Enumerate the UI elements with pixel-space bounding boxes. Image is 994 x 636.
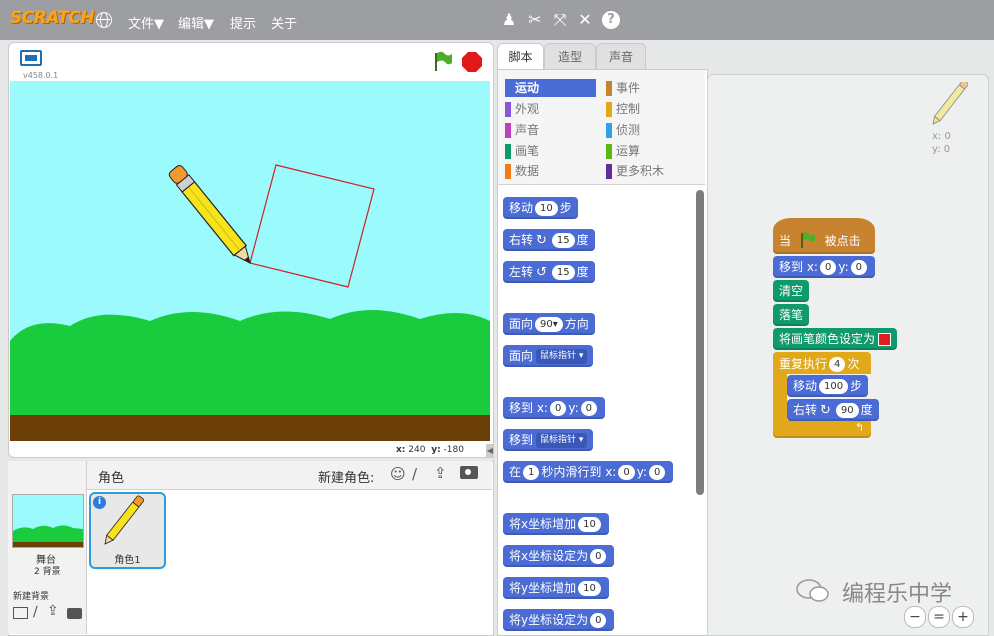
menu-edit[interactable]: 编辑▼ — [178, 13, 214, 32]
menu-about[interactable]: 关于 — [271, 13, 297, 32]
category-events[interactable]: 事件 — [606, 79, 706, 97]
paint-brush-icon[interactable]: ∕ — [412, 465, 417, 483]
duplicate-icon[interactable]: ♟ — [499, 10, 519, 30]
palette-set-y-block[interactable]: 将y坐标设定为 0 — [503, 609, 615, 631]
sprite-name: 角色1 — [114, 555, 141, 566]
rotate-cw-icon: ↻ — [536, 233, 547, 248]
script-move-block[interactable]: 移动 100 步 — [787, 375, 869, 397]
pen-color-swatch — [878, 333, 892, 346]
shrink-icon[interactable]: ✕ — [575, 10, 595, 30]
camera-icon[interactable] — [460, 466, 478, 479]
category-looks[interactable]: 外观 — [505, 100, 605, 118]
stop-icon[interactable] — [461, 51, 483, 73]
category-motion[interactable]: 运动 — [505, 79, 596, 97]
green-flag-icon[interactable] — [432, 50, 454, 72]
scratch-logo[interactable]: SCRATCH — [10, 8, 95, 28]
stage-thumbnail[interactable] — [12, 494, 84, 548]
backdrop-camera-icon[interactable] — [67, 608, 82, 619]
watermark-text: 编程乐中学 — [842, 582, 953, 607]
palette-goto-block[interactable]: 移到 鼠标指针 ▾ — [503, 429, 594, 451]
help-icon[interactable]: ? — [602, 11, 620, 29]
palette-change-y-block[interactable]: 将y坐标增加 10 — [503, 577, 609, 599]
when-flag-clicked-block[interactable]: 当 被点击 — [773, 218, 875, 254]
palette-scrollbar[interactable] — [696, 190, 704, 495]
menu-tips[interactable]: 提示 — [230, 13, 256, 32]
collapse-arrow-icon[interactable]: ◀ — [486, 444, 494, 458]
fullscreen-icon[interactable] — [20, 50, 42, 66]
sprite-x-readout: x: 0 — [932, 131, 951, 142]
zoom-in-icon[interactable]: + — [952, 606, 974, 628]
green-flag-icon — [799, 232, 817, 251]
grow-icon[interactable]: ⤧ — [550, 10, 570, 30]
sprite-header — [87, 461, 492, 490]
mouse-coords: x: 240 y: -180 — [396, 445, 464, 455]
tab-sounds[interactable]: 声音 — [596, 43, 646, 70]
script-clear-block[interactable]: 清空 — [773, 280, 810, 302]
palette-change-x-block[interactable]: 将x坐标增加 10 — [503, 513, 609, 535]
palette-glide-block[interactable]: 在 1 秒内滑行到 x: 0 y: 0 — [503, 461, 674, 483]
version-label: v458.0.1 — [23, 71, 59, 80]
palette-turn-right-block[interactable]: 右转 ↻ 15 度 — [503, 229, 595, 251]
tab-costumes[interactable]: 造型 — [544, 43, 596, 70]
stage-backdrop-count: 2 背景 — [34, 567, 61, 577]
rotate-cw-icon: ↻ — [820, 403, 831, 418]
upload-icon[interactable]: ⇪ — [434, 464, 447, 482]
sprite-y-readout: y: 0 — [932, 144, 951, 155]
wechat-icon — [796, 578, 830, 604]
menu-file[interactable]: 文件▼ — [128, 13, 164, 32]
loop-arrow-icon: ↰ — [855, 421, 865, 434]
category-control[interactable]: 控制 — [606, 100, 706, 118]
category-data[interactable]: 数据 — [505, 162, 605, 180]
sprite-tile[interactable]: i 角色1 — [89, 492, 166, 569]
backdrop-library-icon[interactable] — [13, 607, 28, 619]
palette-move-block[interactable]: 移动 10 步 — [503, 197, 578, 219]
cut-icon[interactable]: ✂ — [525, 10, 545, 30]
category-pen[interactable]: 画笔 — [505, 142, 605, 160]
globe-icon[interactable] — [96, 12, 112, 28]
palette-set-x-block[interactable]: 将x坐标设定为 0 — [503, 545, 615, 567]
palette-goto-xy-block[interactable]: 移到 x: 0 y: 0 — [503, 397, 605, 419]
sprite-header-title: 角色 — [98, 471, 125, 486]
script-turn-right-block[interactable]: 右转 ↻ 90 度 — [787, 399, 879, 421]
palette-point-towards-block[interactable]: 面向 鼠标指针 ▾ — [503, 345, 594, 367]
backdrop-paint-icon[interactable]: ∕ — [33, 604, 38, 620]
category-operators[interactable]: 运算 — [606, 142, 706, 160]
stage-canvas[interactable] — [10, 81, 490, 441]
backdrop-upload-icon[interactable]: ⇪ — [47, 603, 59, 619]
palette-turn-left-block[interactable]: 左转 ↺ 15 度 — [503, 261, 595, 283]
script-pen-down-block[interactable]: 落笔 — [773, 304, 810, 326]
new-backdrop-label: 新建背景 — [13, 592, 50, 602]
zoom-out-icon[interactable]: − — [904, 606, 926, 628]
tab-scripts[interactable]: 脚本 — [497, 43, 544, 70]
zoom-reset-icon[interactable]: = — [928, 606, 950, 628]
sprite-preview-icon — [928, 79, 969, 128]
category-sound[interactable]: 声音 — [505, 121, 605, 139]
palette-point-direction-block[interactable]: 面向 90▾ 方向 — [503, 313, 595, 335]
category-sensing[interactable]: 侦测 — [606, 121, 706, 139]
sprite-library-icon[interactable]: ☺ — [390, 465, 406, 483]
rotate-ccw-icon: ↺ — [536, 265, 547, 280]
new-sprite-label: 新建角色: — [318, 471, 375, 486]
script-set-pen-color-block[interactable]: 将画笔颜色设定为 — [773, 328, 898, 350]
category-more-blocks[interactable]: 更多积木 — [606, 162, 706, 180]
script-goto-xy-block[interactable]: 移到 x: 0 y: 0 — [773, 256, 875, 278]
